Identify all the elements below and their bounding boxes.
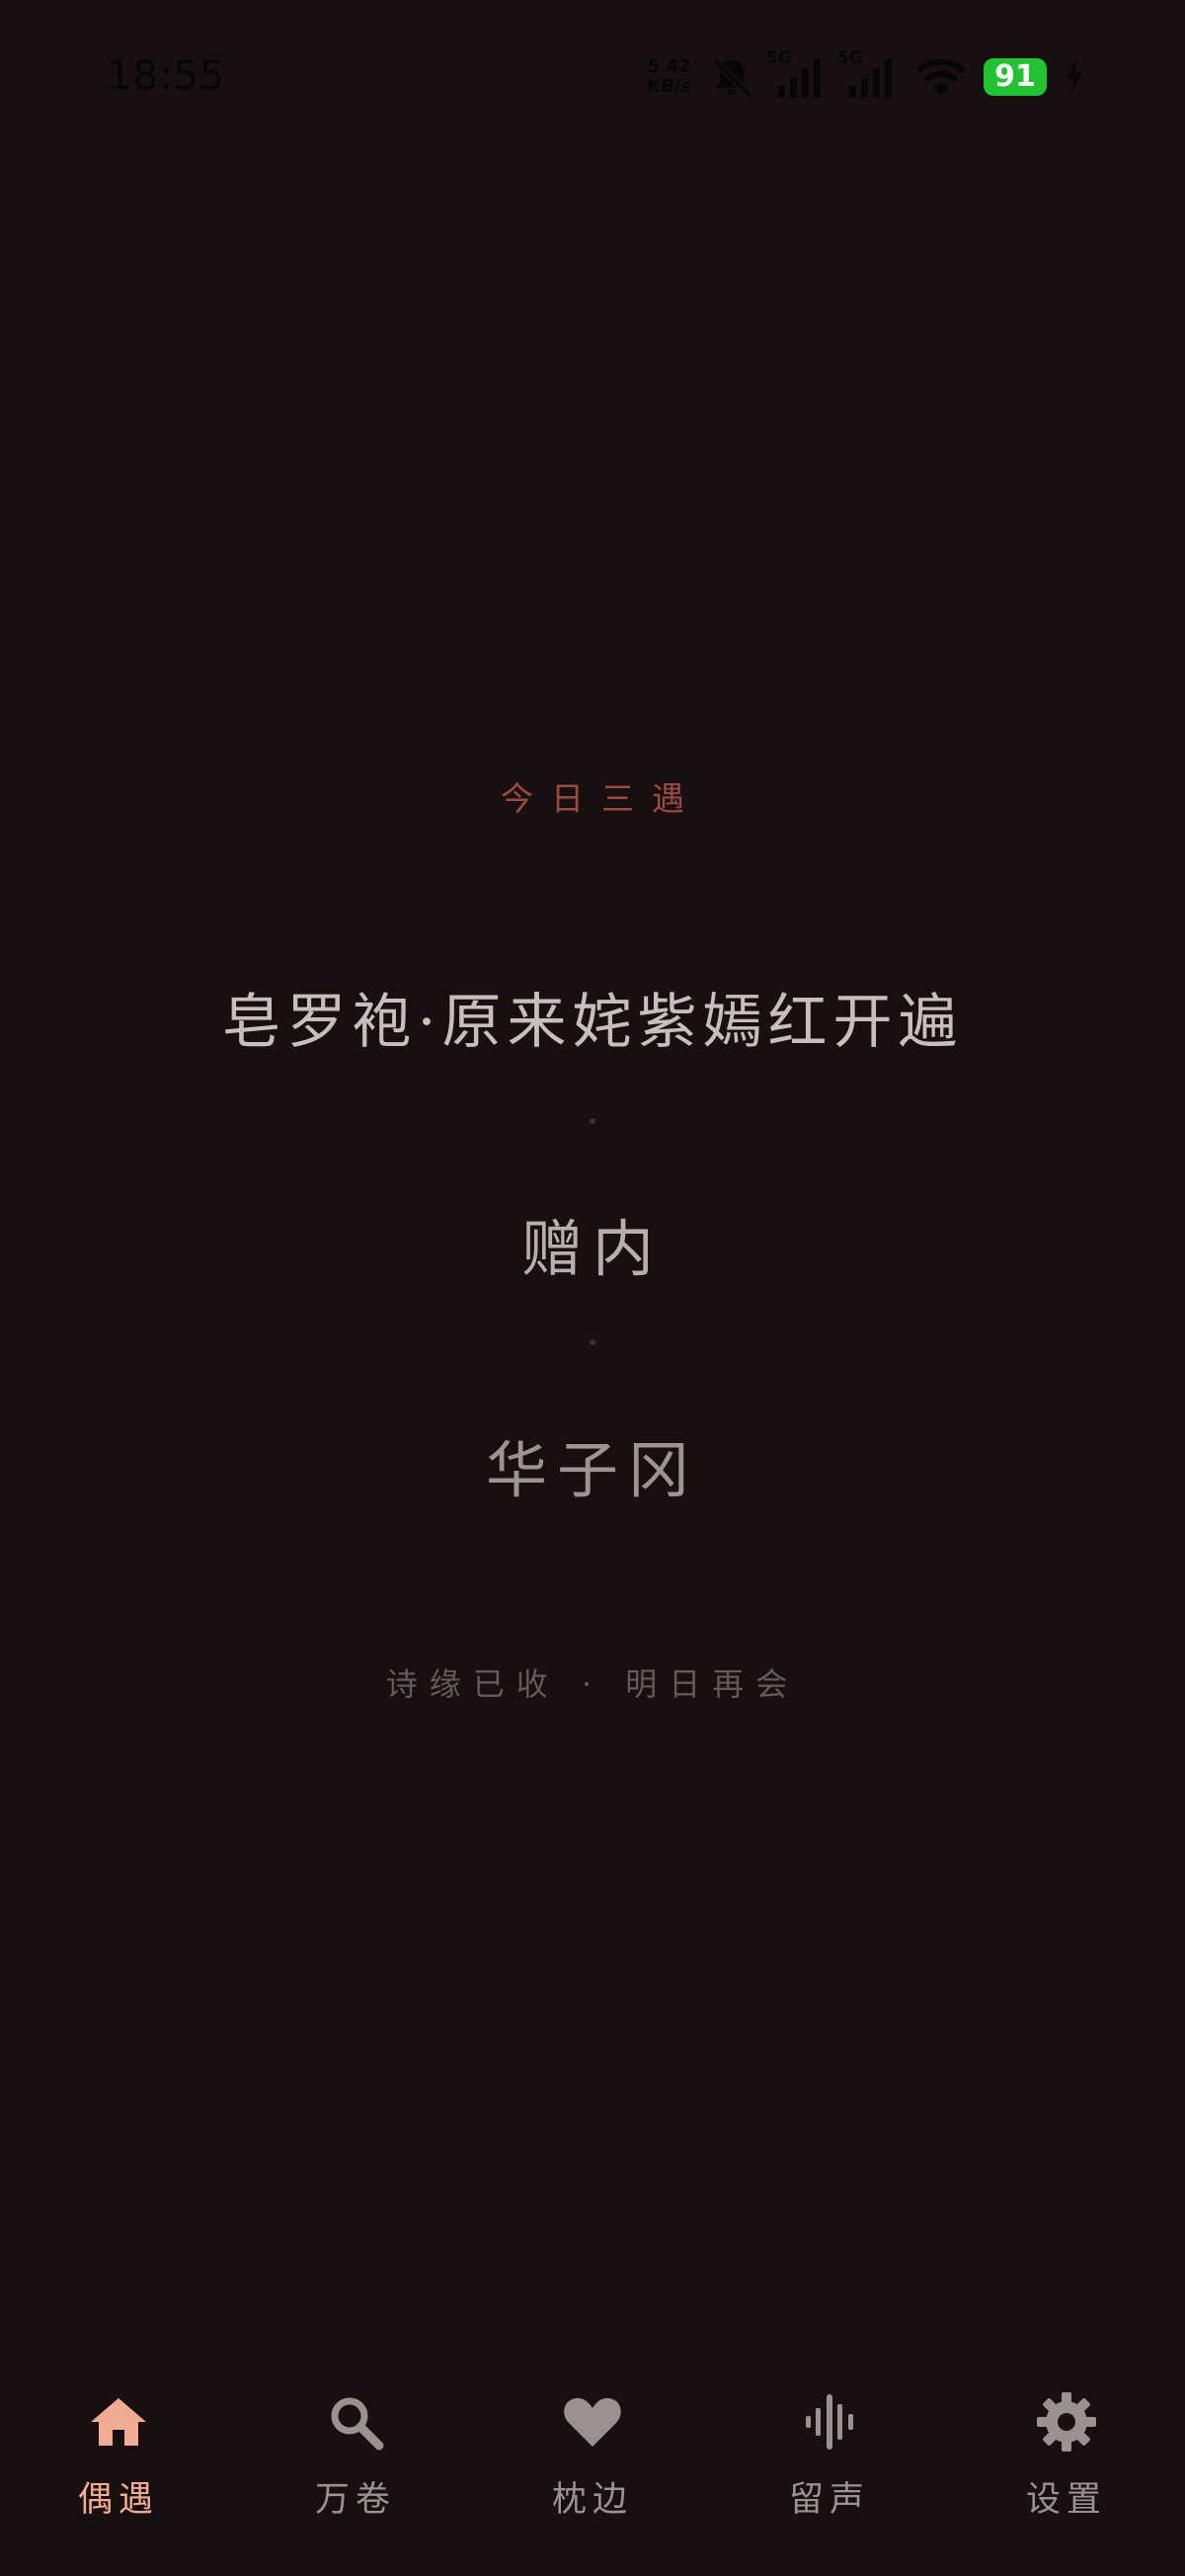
- search-icon: [331, 2397, 384, 2451]
- nav-label-library: 万卷: [314, 2480, 396, 2520]
- separator-dot: [590, 1118, 595, 1124]
- home-icon: [91, 2398, 146, 2446]
- nav-item-home[interactable]: 偶遇: [0, 2351, 237, 2576]
- net-speed: 5.42 KB/s: [647, 57, 691, 97]
- nav-item-settings[interactable]: 设置: [948, 2351, 1185, 2576]
- charging-icon: [1066, 59, 1082, 95]
- poem-title-3[interactable]: 华子冈: [0, 1420, 1185, 1509]
- poem-title-1[interactable]: 皂罗袍·原来姹紫嫣红开遍: [0, 974, 1185, 1060]
- wifi-icon: [915, 58, 967, 96]
- mute-icon: [712, 57, 753, 99]
- net-speed-unit: KB/s: [647, 76, 691, 97]
- nav-label-favorites: 枕边: [551, 2480, 633, 2520]
- sim2-network-tag: 5G: [837, 48, 863, 68]
- signal-sim2: 5G: [837, 48, 899, 102]
- daily-headline: 今日三遇: [501, 779, 702, 818]
- nav-label-audio: 留声: [788, 2480, 870, 2520]
- status-time: 18:55: [107, 53, 226, 99]
- sim1-network-tag: 5G: [766, 48, 792, 68]
- heart-icon: [564, 2397, 621, 2447]
- status-icons: 5.42 KB/s 5G 5G 91: [647, 48, 1086, 105]
- audio-wave-icon: [806, 2394, 853, 2450]
- nav-label-home: 偶遇: [77, 2480, 159, 2520]
- nav-item-favorites[interactable]: 枕边: [474, 2351, 711, 2576]
- net-speed-value: 5.42: [647, 56, 691, 77]
- footer-note: 诗缘已收 · 明日再会: [385, 1665, 800, 1703]
- gear-icon: [1037, 2392, 1096, 2452]
- poem-title-2[interactable]: 赠内: [0, 1199, 1185, 1288]
- nav-item-library[interactable]: 万卷: [237, 2351, 474, 2576]
- bottom-nav: 偶遇 万卷 枕边 留声 设置: [0, 2351, 1185, 2576]
- nav-item-audio[interactable]: 留声: [711, 2351, 948, 2576]
- battery-indicator: 91: [984, 58, 1047, 96]
- status-bar: 18:55 5.42 KB/s 5G 5G 91: [0, 0, 1185, 158]
- nav-label-settings: 设置: [1025, 2480, 1107, 2520]
- separator-dot: [590, 1339, 595, 1345]
- signal-sim1: 5G: [766, 48, 828, 102]
